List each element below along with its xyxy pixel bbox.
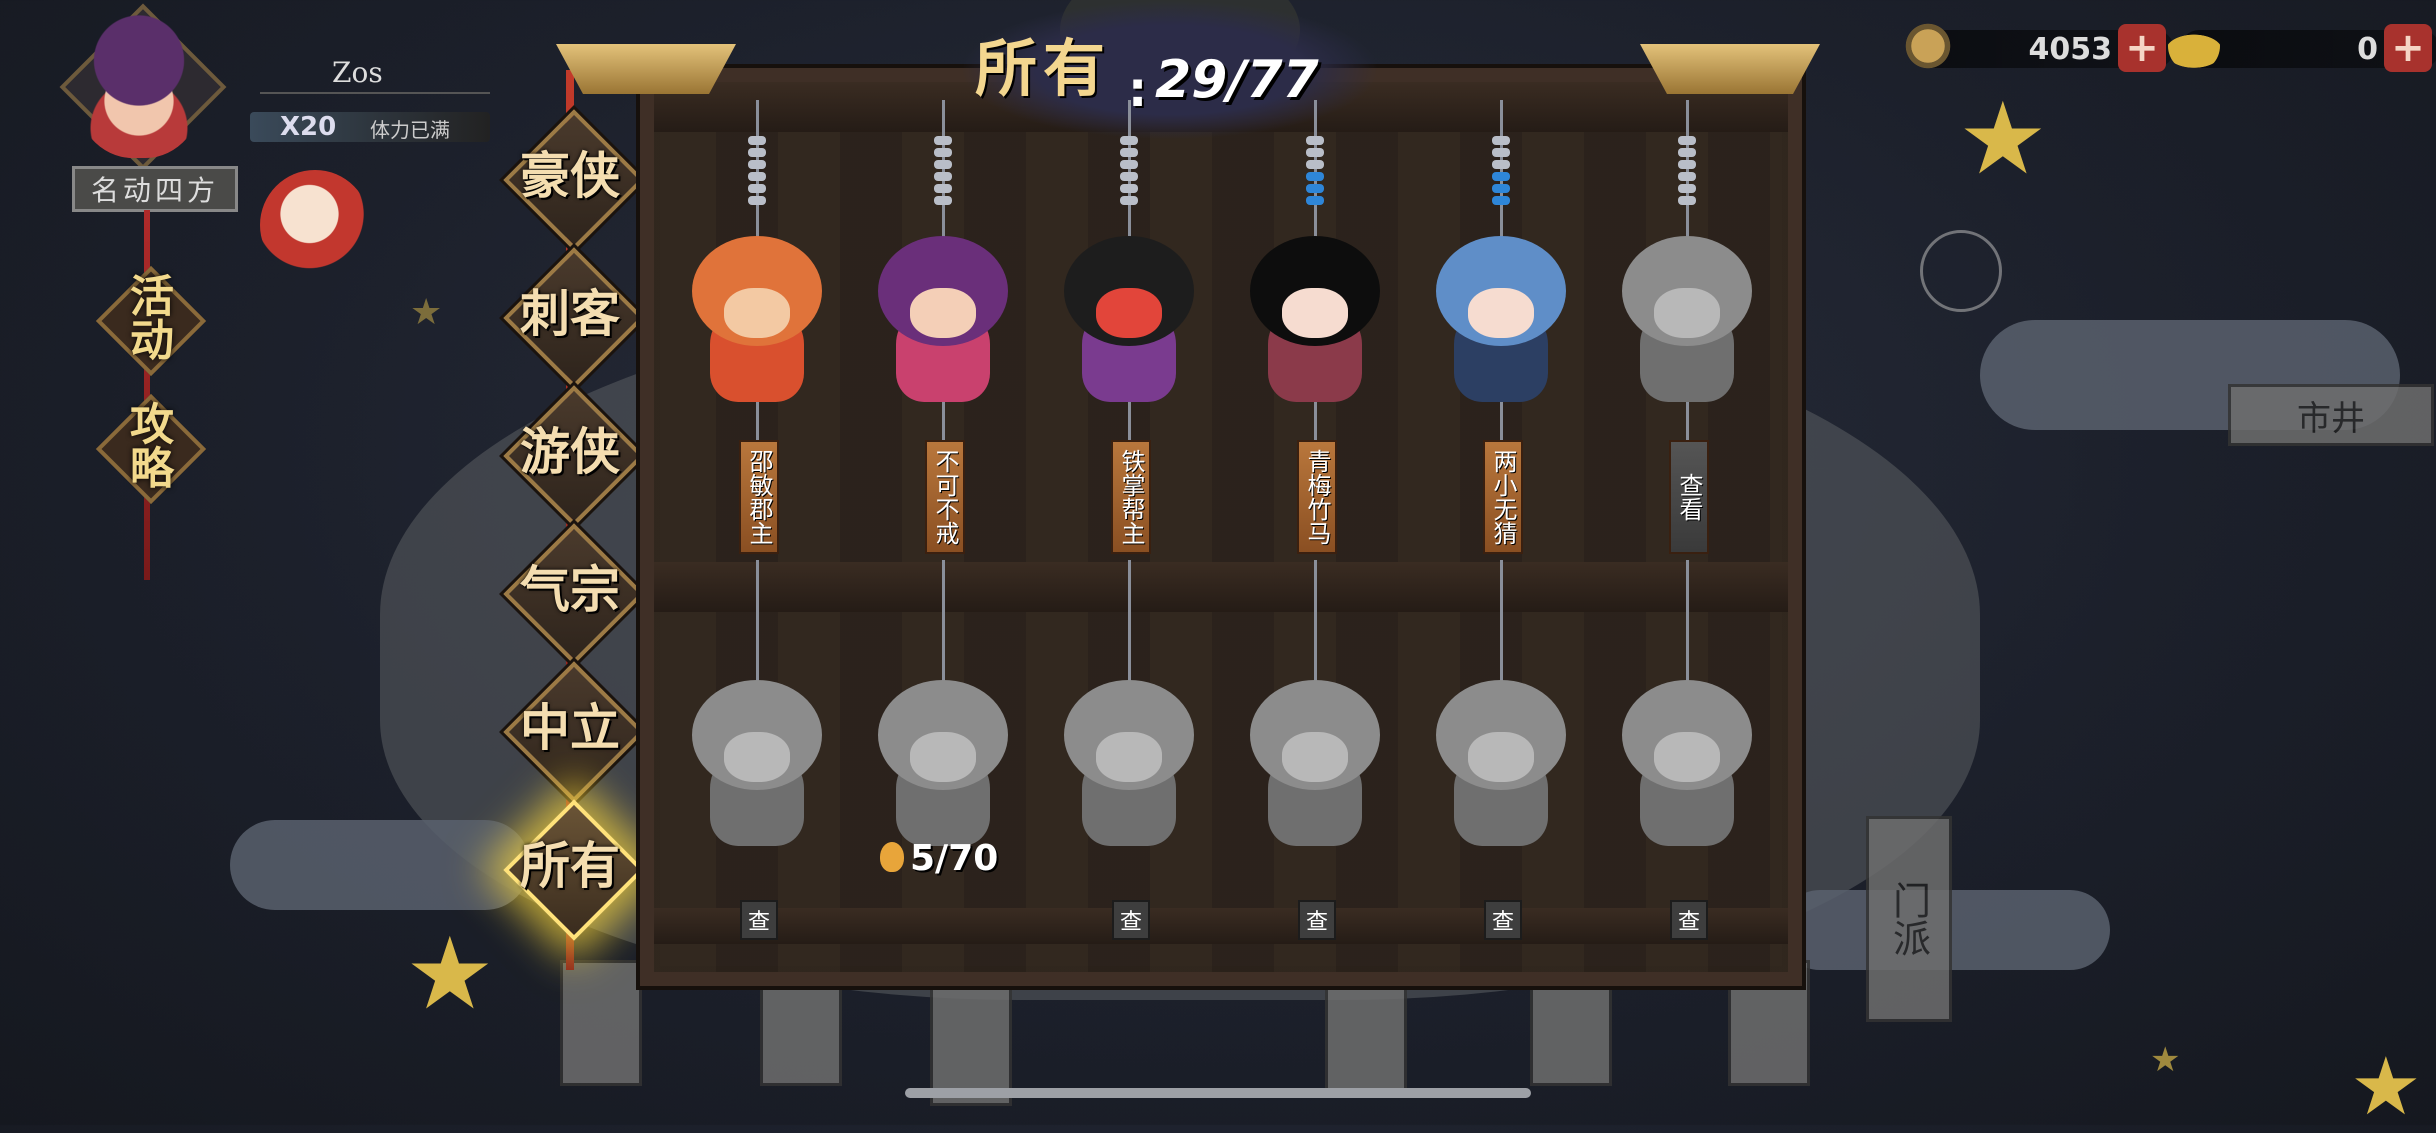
- stamina-bar: X20 体力已满: [250, 112, 490, 142]
- character-figure[interactable]: [1240, 236, 1390, 406]
- locked-character-figure[interactable]: [1426, 680, 1576, 850]
- leaf-coin-icon: [1902, 20, 1954, 72]
- character-figure[interactable]: [868, 236, 1018, 406]
- character-figure[interactable]: [1054, 236, 1204, 406]
- fragment-icon: [880, 842, 904, 872]
- bead-strand: [934, 136, 952, 208]
- player-title: 名动四方: [72, 166, 238, 212]
- star-icon: ★: [405, 915, 495, 1032]
- locked-nameplate: 查: [1484, 900, 1522, 940]
- character-nameplate: 查看: [1669, 440, 1709, 554]
- locked-character-figure[interactable]: [682, 680, 832, 850]
- bead-strand: [1306, 136, 1324, 208]
- background-tag: [560, 960, 642, 1086]
- background-tag-market[interactable]: 市井: [2228, 384, 2434, 446]
- currency-leaf-value: 4053: [2028, 32, 2113, 67]
- shelf-divider: [654, 562, 1788, 612]
- star-icon: ★: [410, 292, 443, 333]
- stamina-multiplier: X20: [280, 112, 337, 142]
- add-leaf-button[interactable]: +: [2118, 24, 2166, 72]
- locked-nameplate: 查: [1112, 900, 1150, 940]
- currency-leaf: 4053 +: [1902, 20, 2174, 72]
- shelf-corner-right: [1640, 44, 1820, 94]
- tab-all[interactable]: 所有: [503, 799, 645, 941]
- star-icon: ★: [2150, 1040, 2181, 1080]
- bead-strand: [1492, 136, 1510, 208]
- collection-count: 29/77: [1155, 50, 1319, 110]
- locked-character-figure[interactable]: [868, 680, 1018, 850]
- shelf-corner-left: [556, 44, 736, 94]
- player-name: Zos: [260, 56, 490, 94]
- currency-ingot: 0 +: [2168, 20, 2436, 72]
- character-figure[interactable]: [1426, 236, 1576, 406]
- activity-button[interactable]: 活动: [92, 262, 207, 377]
- guide-button[interactable]: 攻略: [92, 390, 207, 505]
- tab-youxia[interactable]: 游侠: [503, 385, 645, 527]
- currency-ingot-value: 0: [2357, 32, 2378, 67]
- avatar-portrait: [74, 8, 204, 158]
- fragment-progress: 5/70: [880, 838, 998, 879]
- star-icon: ★: [2350, 1040, 2422, 1133]
- character-figure[interactable]: [1612, 236, 1762, 406]
- lucky-cat-icon[interactable]: [260, 170, 370, 280]
- star-icon: ★: [1958, 80, 2048, 197]
- tab-qizong[interactable]: 气宗: [503, 523, 645, 665]
- character-nameplate: 铁掌帮主: [1111, 440, 1151, 554]
- gold-ingot-icon: [2168, 20, 2220, 72]
- bubble: [1920, 230, 2002, 312]
- tab-cike[interactable]: 刺客: [503, 247, 645, 389]
- character-nameplate: 青梅竹马: [1297, 440, 1337, 554]
- background-tag-sect[interactable]: 门派: [1866, 816, 1952, 1022]
- character-nameplate: 不可不戒: [925, 440, 965, 554]
- add-ingot-button[interactable]: +: [2384, 24, 2432, 72]
- locked-nameplate: 查: [740, 900, 778, 940]
- tab-haoxia[interactable]: 豪侠: [503, 109, 645, 251]
- locked-character-figure[interactable]: [1240, 680, 1390, 850]
- bead-strand: [748, 136, 766, 208]
- stamina-status: 体力已满: [370, 118, 450, 142]
- collection-label: 所有: [975, 32, 1112, 105]
- locked-nameplate: 查: [1298, 900, 1336, 940]
- bead-strand: [1678, 136, 1696, 208]
- locked-character-figure[interactable]: [1054, 680, 1204, 850]
- locked-nameplate: 查: [1670, 900, 1708, 940]
- character-figure[interactable]: [682, 236, 832, 406]
- locked-character-figure[interactable]: [1612, 680, 1762, 850]
- character-nameplate: 两小无猜: [1483, 440, 1523, 554]
- player-avatar[interactable]: [44, 3, 234, 171]
- character-nameplate: 邵敏郡主: [739, 440, 779, 554]
- tab-zhongli[interactable]: 中立: [503, 661, 645, 803]
- home-indicator[interactable]: [905, 1088, 1531, 1098]
- cloud: [230, 820, 530, 910]
- bead-strand: [1120, 136, 1138, 208]
